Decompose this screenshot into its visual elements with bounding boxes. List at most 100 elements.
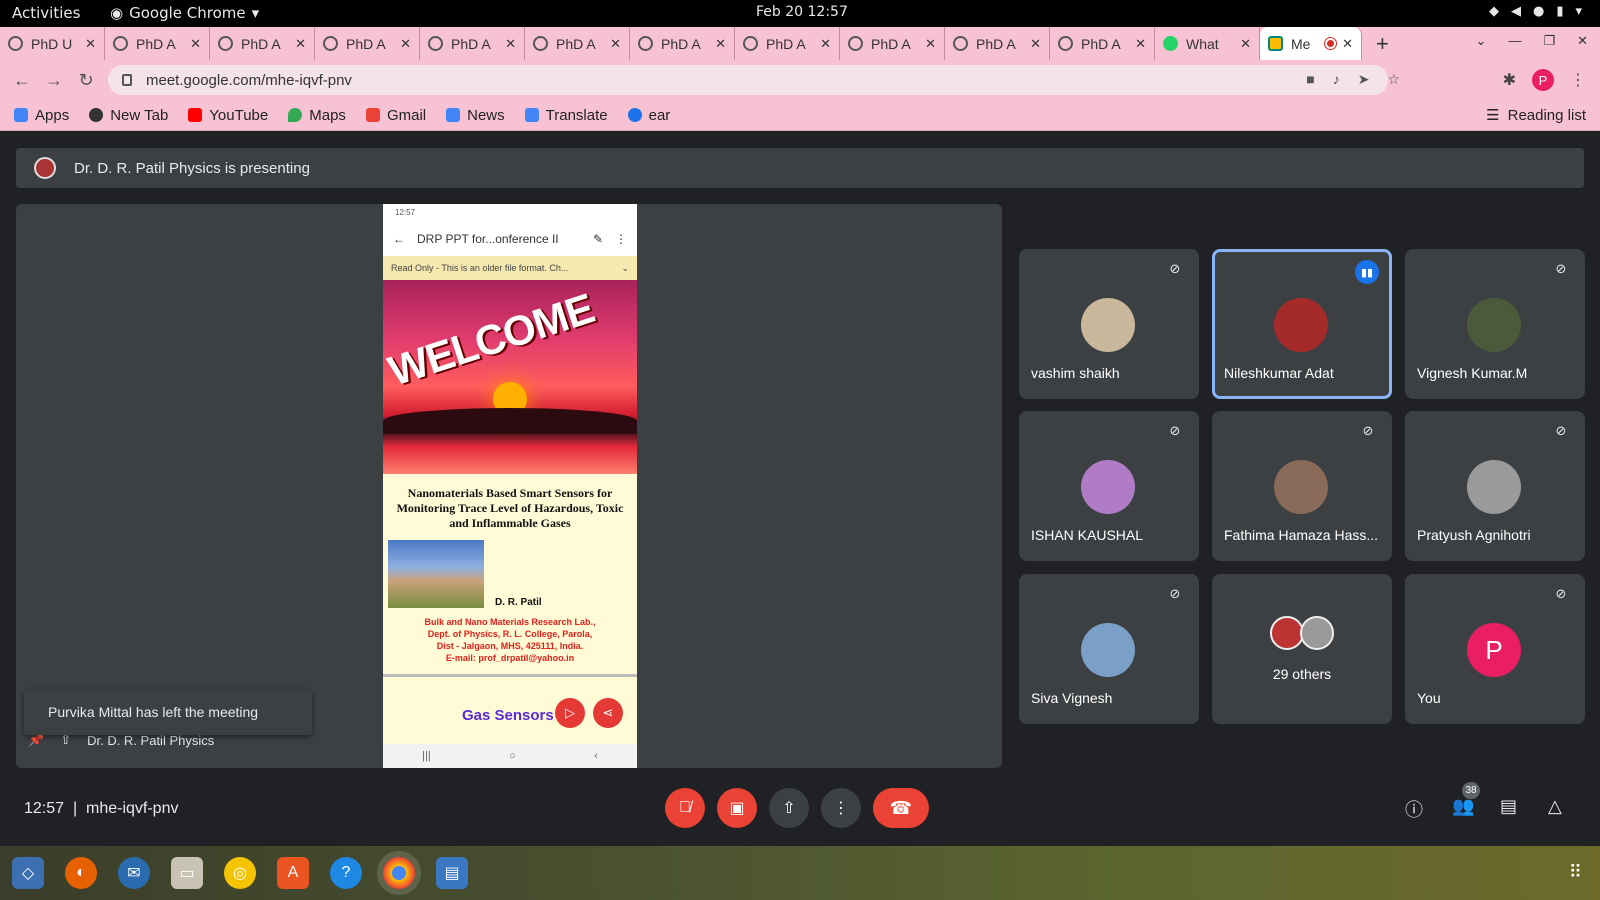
notifications-blocked-icon[interactable]: ♪ — [1333, 71, 1340, 88]
mic-off-icon: ⊘ — [1169, 423, 1181, 438]
more-options-button[interactable]: ⋮ — [821, 788, 861, 828]
bookmark-news[interactable]: News — [446, 107, 505, 124]
back-icon[interactable]: ← — [6, 70, 38, 91]
participant-tile[interactable]: ⊘ Vignesh Kumar.M — [1405, 249, 1585, 399]
tab-phd-1[interactable]: PhD U ✕ — [0, 27, 105, 60]
close-icon[interactable]: ✕ — [1030, 36, 1041, 52]
url-text[interactable]: meet.google.com/mhe-iqvf-pnv — [146, 72, 352, 89]
mic-off-icon: ⊘ — [1555, 261, 1567, 276]
tab-phd-3[interactable]: PhD A ✕ — [210, 27, 315, 60]
tab-meet[interactable]: Me ✕ — [1260, 27, 1362, 60]
close-icon[interactable]: ✕ — [820, 36, 831, 52]
chat-icon[interactable]: ▤ — [1500, 796, 1517, 817]
tab-phd-11[interactable]: PhD A ✕ — [1050, 27, 1155, 60]
mic-toggle-button[interactable]: 🎙̸ — [665, 788, 705, 828]
close-icon[interactable]: ✕ — [1342, 36, 1353, 52]
firefox-icon[interactable]: ◐ — [65, 857, 97, 889]
tab-phd-5[interactable]: PhD A ✕ — [420, 27, 525, 60]
camera-toggle-button[interactable]: ▣ — [717, 788, 757, 828]
close-icon[interactable]: ✕ — [190, 36, 201, 52]
close-icon[interactable]: ✕ — [1240, 36, 1251, 52]
star-icon[interactable]: ☆ — [1387, 71, 1400, 88]
meeting-details-icon[interactable]: ⓘ — [1405, 796, 1423, 822]
others-tile[interactable]: 29 others — [1212, 574, 1392, 724]
doc-title: DRP PPT for...onference II — [417, 232, 559, 246]
software-center-icon[interactable]: A — [277, 857, 309, 889]
tab-phd-6[interactable]: PhD A ✕ — [525, 27, 630, 60]
reload-icon[interactable]: ↻ — [70, 70, 102, 91]
bookmark-ear[interactable]: ear — [627, 107, 670, 124]
avatar — [1300, 616, 1334, 650]
gas-sensors-label: Gas Sensors — [462, 707, 554, 724]
close-window-icon[interactable]: ✕ — [1577, 33, 1588, 49]
participant-tile[interactable]: ⊘ vashim shaikh — [1019, 249, 1199, 399]
menu-icon[interactable]: ⋮ — [1570, 70, 1586, 90]
back-icon: ‹ — [594, 750, 598, 762]
send-icon[interactable]: ➤ — [1358, 71, 1370, 88]
bookmark-gmail[interactable]: Gmail — [365, 107, 426, 124]
present-screen-button[interactable]: ⇧ — [769, 788, 809, 828]
chevron-down-icon: ▾ — [251, 4, 260, 22]
help-icon[interactable]: ? — [330, 857, 362, 889]
system-clock[interactable]: Feb 20 12:57 — [756, 4, 848, 20]
profile-avatar[interactable]: P — [1532, 69, 1554, 91]
participant-tile[interactable]: ⊘ Pratyush Agnihotri — [1405, 411, 1585, 561]
tab-phd-8[interactable]: PhD A ✕ — [735, 27, 840, 60]
chrome-icon[interactable] — [383, 857, 415, 889]
lock-icon[interactable] — [122, 74, 132, 86]
rhythmbox-icon[interactable]: ◎ — [224, 857, 256, 889]
tab-phd-7[interactable]: PhD A ✕ — [630, 27, 735, 60]
omnibox[interactable]: meet.google.com/mhe-iqvf-pnv — [108, 65, 1388, 95]
close-icon[interactable]: ✕ — [925, 36, 936, 52]
bookmark-apps[interactable]: Apps — [14, 107, 69, 124]
virtualbox-icon[interactable]: ◇ — [12, 857, 44, 889]
tab-phd-4[interactable]: PhD A ✕ — [315, 27, 420, 60]
tab-phd-10[interactable]: PhD A ✕ — [945, 27, 1050, 60]
thunderbird-icon[interactable]: ✉ — [118, 857, 150, 889]
activities-button[interactable]: Activities — [12, 4, 80, 22]
minimize-icon[interactable]: — — [1508, 33, 1521, 49]
self-tile[interactable]: ⊘ P You — [1405, 574, 1585, 724]
participant-tile[interactable]: ⊘ Siva Vignesh — [1019, 574, 1199, 724]
ear-icon — [627, 108, 642, 122]
close-icon[interactable]: ✕ — [505, 36, 516, 52]
forward-icon[interactable]: → — [38, 70, 70, 91]
whatsapp-icon — [1163, 36, 1178, 51]
tab-phd-9[interactable]: PhD A ✕ — [840, 27, 945, 60]
new-tab-button[interactable]: + — [1376, 31, 1389, 57]
bookmark-youtube[interactable]: YouTube — [188, 107, 268, 124]
close-icon[interactable]: ✕ — [400, 36, 411, 52]
participant-tile[interactable]: ⊘ Fathima Hamaza Hass... — [1212, 411, 1392, 561]
participant-tile-speaking[interactable]: ▮▮ Nileshkumar Adat — [1212, 249, 1392, 399]
camera-icon[interactable]: ■ — [1306, 71, 1314, 88]
close-icon[interactable]: ✕ — [1135, 36, 1146, 52]
tab-whatsapp[interactable]: What ✕ — [1155, 27, 1260, 60]
reading-list-button[interactable]: ☰ Reading list — [1486, 106, 1586, 125]
participant-tile[interactable]: ⊘ ISHAN KAUSHAL — [1019, 411, 1199, 561]
close-icon[interactable]: ✕ — [295, 36, 306, 52]
bookmark-new-tab[interactable]: New Tab — [89, 107, 168, 124]
document-viewer-icon[interactable]: ▤ — [436, 857, 468, 889]
bookmark-translate[interactable]: Translate — [524, 107, 608, 124]
wifi-icon: ◆ — [1488, 4, 1499, 19]
system-tray[interactable]: ◆ ◀ ● ▮ ▾ — [1489, 4, 1582, 19]
tab-search-icon[interactable]: ⌄ — [1476, 33, 1487, 49]
files-icon[interactable]: ▭ — [171, 857, 203, 889]
show-applications-icon[interactable]: ⠿ — [1569, 862, 1582, 883]
activities-icon[interactable]: △ — [1548, 796, 1562, 817]
avatar — [1467, 460, 1521, 514]
close-icon[interactable]: ✕ — [610, 36, 621, 52]
bookmark-maps[interactable]: Maps — [288, 107, 346, 124]
app-menu[interactable]: ◉ Google Chrome ▾ — [110, 4, 259, 22]
people-icon[interactable]: 👥 — [1452, 796, 1474, 817]
mic-off-icon: ⊘ — [1555, 423, 1567, 438]
avatar — [1467, 298, 1521, 352]
leave-call-button[interactable]: ☎ — [873, 788, 929, 828]
avatar — [1081, 298, 1135, 352]
tab-phd-2[interactable]: PhD A ✕ — [105, 27, 210, 60]
maximize-icon[interactable]: ❐ — [1543, 33, 1555, 49]
close-icon[interactable]: ✕ — [85, 36, 96, 52]
phone-status-bar: 12:57 — [383, 204, 637, 222]
close-icon[interactable]: ✕ — [715, 36, 726, 52]
extensions-icon[interactable]: ✱ — [1503, 70, 1516, 90]
